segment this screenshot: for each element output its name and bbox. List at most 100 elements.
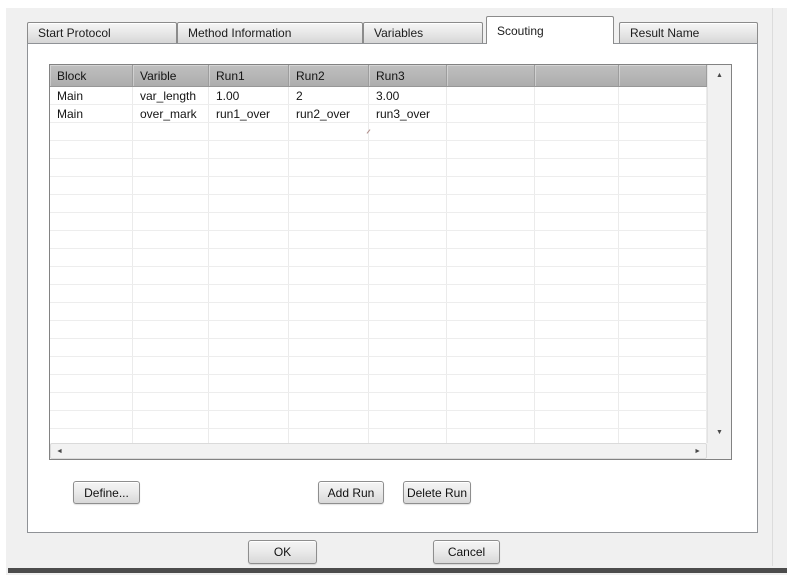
grid-cell[interactable] — [447, 105, 535, 122]
grid-cell[interactable] — [619, 321, 707, 338]
grid-cell[interactable] — [50, 195, 133, 212]
grid-cell[interactable] — [209, 285, 289, 302]
column-header-varible[interactable]: Varible — [133, 65, 209, 86]
grid-cell[interactable] — [50, 213, 133, 230]
grid-cell[interactable] — [133, 411, 209, 428]
grid-cell[interactable] — [369, 411, 447, 428]
grid-cell[interactable] — [447, 393, 535, 410]
add-run-button[interactable]: Add Run — [318, 481, 384, 504]
grid-cell[interactable] — [619, 357, 707, 374]
grid-cell[interactable] — [447, 123, 535, 140]
tab-scouting[interactable]: Scouting — [486, 16, 614, 44]
grid-cell[interactable] — [535, 87, 619, 104]
table-row[interactable] — [50, 285, 707, 303]
grid-cell[interactable] — [209, 177, 289, 194]
table-row[interactable] — [50, 339, 707, 357]
grid-cell[interactable] — [289, 303, 369, 320]
grid-cell[interactable] — [133, 249, 209, 266]
table-row[interactable] — [50, 249, 707, 267]
table-row[interactable] — [50, 411, 707, 429]
grid-cell[interactable]: var_length — [133, 87, 209, 104]
grid-cell[interactable] — [447, 429, 535, 443]
grid-cell[interactable] — [209, 303, 289, 320]
grid-cell[interactable] — [535, 159, 619, 176]
grid-cell[interactable] — [50, 123, 133, 140]
ok-button[interactable]: OK — [248, 540, 317, 564]
grid-cell[interactable] — [447, 321, 535, 338]
grid-cell[interactable] — [50, 249, 133, 266]
grid-cell[interactable] — [133, 177, 209, 194]
grid-cell[interactable] — [289, 429, 369, 443]
grid-cell[interactable] — [50, 339, 133, 356]
grid-cell[interactable] — [133, 303, 209, 320]
grid-cell[interactable] — [369, 213, 447, 230]
grid-cell[interactable] — [50, 231, 133, 248]
table-row[interactable] — [50, 321, 707, 339]
column-header-run3[interactable]: Run3 — [369, 65, 447, 86]
grid-cell[interactable]: 2 — [289, 87, 369, 104]
scroll-right-icon[interactable]: ► — [694, 448, 701, 455]
grid-cell[interactable] — [289, 141, 369, 158]
grid-cell[interactable] — [209, 321, 289, 338]
table-row[interactable] — [50, 393, 707, 411]
grid-cell[interactable] — [535, 429, 619, 443]
column-header-empty-5[interactable] — [447, 65, 535, 86]
grid-cell[interactable] — [50, 159, 133, 176]
grid-cell[interactable] — [133, 393, 209, 410]
grid-cell[interactable] — [289, 375, 369, 392]
grid-cell[interactable] — [289, 123, 369, 140]
grid-cell[interactable] — [619, 159, 707, 176]
table-row[interactable] — [50, 375, 707, 393]
grid-cell[interactable] — [619, 231, 707, 248]
grid-cell[interactable] — [289, 339, 369, 356]
grid-cell[interactable] — [133, 231, 209, 248]
table-row[interactable] — [50, 141, 707, 159]
grid-cell[interactable] — [369, 141, 447, 158]
grid-cell[interactable] — [209, 429, 289, 443]
table-row[interactable]: Mainover_markrun1_overrun2_overrun3_over — [50, 105, 707, 123]
grid-cell[interactable] — [369, 393, 447, 410]
grid-cell[interactable] — [50, 321, 133, 338]
grid-cell[interactable] — [50, 177, 133, 194]
table-row[interactable] — [50, 123, 707, 141]
grid-cell[interactable] — [369, 321, 447, 338]
grid-cell[interactable] — [619, 411, 707, 428]
grid-cell[interactable] — [619, 213, 707, 230]
grid-cell[interactable] — [209, 357, 289, 374]
grid-cell[interactable] — [535, 249, 619, 266]
horizontal-scrollbar[interactable]: ◄ ► — [50, 443, 707, 459]
grid-cell[interactable] — [369, 249, 447, 266]
grid-cell[interactable] — [447, 249, 535, 266]
grid-cell[interactable] — [619, 393, 707, 410]
grid-cell[interactable] — [447, 213, 535, 230]
grid-cell[interactable] — [50, 375, 133, 392]
grid-cell[interactable] — [369, 231, 447, 248]
grid-cell[interactable] — [209, 195, 289, 212]
grid-cell[interactable]: run2_over — [289, 105, 369, 122]
grid-cell[interactable] — [289, 177, 369, 194]
grid-cell[interactable] — [535, 141, 619, 158]
column-header-run1[interactable]: Run1 — [209, 65, 289, 86]
grid-cell[interactable] — [619, 123, 707, 140]
grid-cell[interactable] — [619, 105, 707, 122]
grid-cell[interactable] — [209, 231, 289, 248]
grid-cell[interactable] — [535, 303, 619, 320]
grid-cell[interactable] — [369, 267, 447, 284]
grid-cell[interactable] — [209, 393, 289, 410]
grid-cell[interactable] — [133, 123, 209, 140]
grid-cell[interactable] — [289, 159, 369, 176]
grid-cell[interactable] — [619, 177, 707, 194]
grid-cell[interactable] — [289, 393, 369, 410]
tab-result-name[interactable]: Result Name — [619, 22, 758, 43]
table-row[interactable] — [50, 267, 707, 285]
grid-cell[interactable]: run1_over — [209, 105, 289, 122]
grid-cell[interactable] — [209, 267, 289, 284]
grid-cell[interactable] — [535, 411, 619, 428]
grid-cell[interactable] — [619, 87, 707, 104]
tab-variables[interactable]: Variables — [363, 22, 483, 43]
grid-cell[interactable] — [209, 339, 289, 356]
grid-cell[interactable] — [369, 123, 447, 140]
grid-cell[interactable] — [447, 87, 535, 104]
grid-cell[interactable] — [369, 375, 447, 392]
grid-cell[interactable] — [369, 177, 447, 194]
